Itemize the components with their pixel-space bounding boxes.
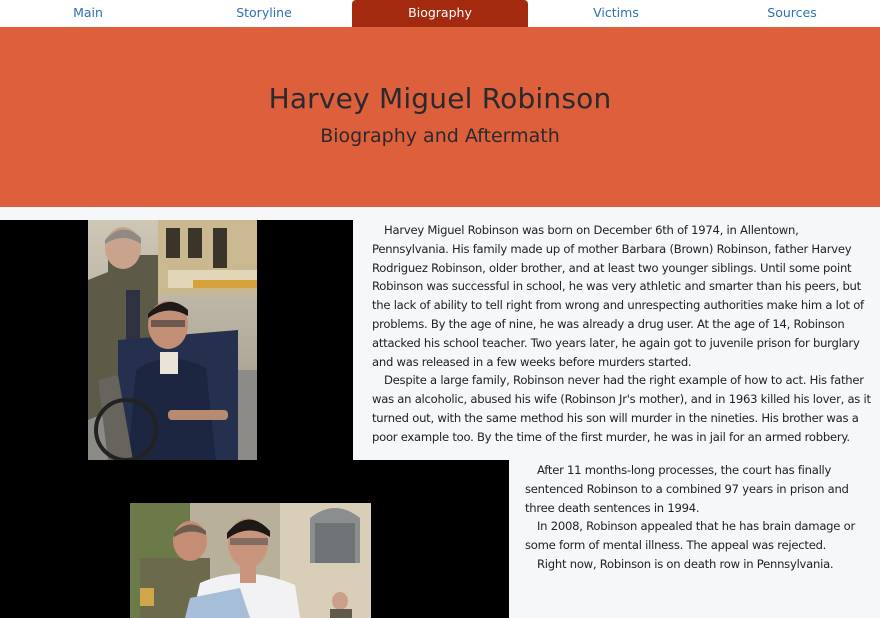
aftermath-paragraph-1: After 11 months-long processes, the cour… (525, 463, 849, 515)
page-subtitle: Biography and Aftermath (320, 125, 560, 147)
aftermath-paragraph-3: Right now, Robinson is on death row in P… (537, 556, 834, 571)
nav-item-storyline[interactable]: Storyline (176, 0, 352, 27)
nav-item-sources[interactable]: Sources (704, 0, 880, 27)
aftermath-section: After 11 months-long processes, the cour… (525, 461, 865, 574)
photo-escort-wheelchair-image (88, 220, 257, 460)
bio-section: Harvey Miguel Robinson was born on Decem… (372, 221, 878, 447)
photo-escort-wheelchair (88, 220, 257, 460)
page-title: Harvey Miguel Robinson (268, 82, 612, 115)
aftermath-paragraph-2: In 2008, Robinson appealed that he has b… (525, 519, 855, 553)
photo-escort-outdoors-image (130, 503, 371, 618)
nav-item-biography[interactable]: Biography (352, 0, 528, 27)
nav-item-victims[interactable]: Victims (528, 0, 704, 27)
bio-paragraph-2: Despite a large family, Robinson never h… (372, 373, 871, 444)
bio-paragraph-1: Harvey Miguel Robinson was born on Decem… (372, 223, 864, 369)
top-nav: Main Storyline Biography Victims Sources (0, 0, 880, 27)
photo-escort-outdoors (130, 503, 371, 618)
page-header: Harvey Miguel Robinson Biography and Aft… (0, 27, 880, 207)
nav-item-main[interactable]: Main (0, 0, 176, 27)
